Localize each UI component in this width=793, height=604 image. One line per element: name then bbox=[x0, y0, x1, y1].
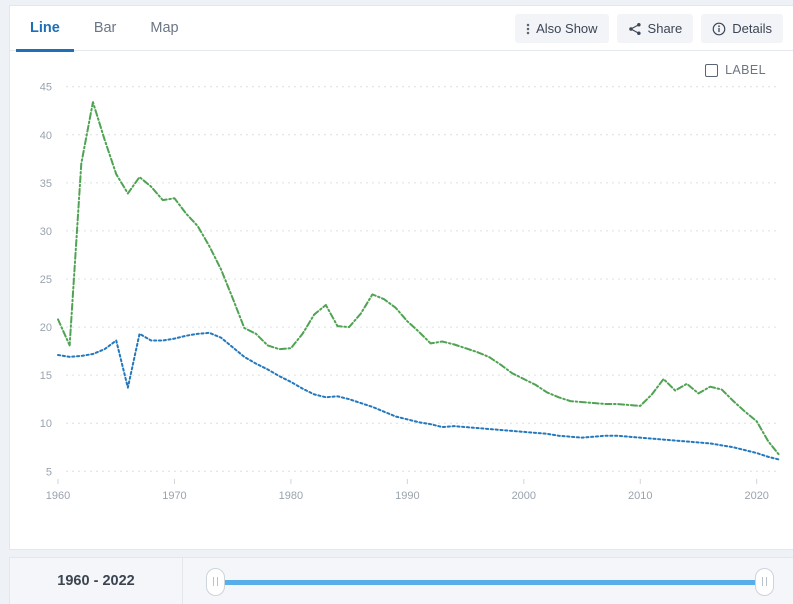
also-show-button[interactable]: Also Show bbox=[515, 14, 609, 43]
time-range-bar: 1960 - 2022 bbox=[9, 557, 793, 604]
legend-toggle[interactable]: LABEL bbox=[705, 63, 766, 77]
x-axis-tick-label: 2010 bbox=[628, 490, 652, 502]
time-slider[interactable] bbox=[182, 557, 793, 604]
tab-bar-label: Bar bbox=[93, 20, 117, 36]
series-line-series-blue bbox=[57, 331, 781, 461]
series-line-series-green bbox=[57, 101, 781, 457]
slider-handle-start[interactable] bbox=[206, 567, 225, 596]
also-show-label: Also Show bbox=[536, 21, 598, 36]
x-axis-tick-label: 1970 bbox=[162, 490, 186, 502]
x-axis-tick-label: 1960 bbox=[46, 490, 70, 502]
toolbar-buttons: Also Show Share Details bbox=[515, 14, 783, 43]
grip-icon bbox=[213, 577, 218, 586]
chart-card: Line Bar Map Also Show Share Details LAB… bbox=[9, 5, 793, 550]
info-icon bbox=[712, 22, 726, 36]
view-tabs: Line Bar Map bbox=[10, 6, 193, 52]
label-checkbox[interactable] bbox=[705, 63, 719, 77]
tab-map-label: Map bbox=[150, 20, 179, 36]
y-axis-tick-label: 30 bbox=[40, 226, 52, 238]
chart-area: LABEL 5 10 15 20 25 30 35 40 45 1960 1970 1980 1990 2… bbox=[10, 51, 793, 550]
x-axis-tick-label: 1990 bbox=[395, 490, 419, 502]
share-icon bbox=[628, 22, 642, 36]
x-axis-tick-label: 2000 bbox=[512, 490, 536, 502]
y-axis-tick-label: 45 bbox=[40, 82, 52, 94]
app-root: Line Bar Map Also Show Share Details LAB… bbox=[0, 0, 793, 604]
tab-line-label: Line bbox=[30, 20, 60, 36]
line-chart-svg: 5 10 15 20 25 30 35 40 45 1960 1970 1980 1990 2000 201… bbox=[40, 82, 781, 502]
grip-icon bbox=[762, 577, 767, 586]
y-axis-tick-label: 5 bbox=[46, 466, 52, 478]
slider-track[interactable] bbox=[217, 579, 763, 585]
y-axis-tick-label: 40 bbox=[40, 130, 52, 142]
y-axis-tick-label: 10 bbox=[40, 418, 52, 430]
legend-label: LABEL bbox=[725, 63, 766, 77]
y-axis-tick-label: 35 bbox=[40, 178, 52, 190]
share-button[interactable]: Share bbox=[616, 14, 694, 43]
chart-toolbar: Line Bar Map Also Show Share Details bbox=[10, 6, 793, 52]
details-label: Details bbox=[732, 21, 772, 36]
details-button[interactable]: Details bbox=[701, 14, 783, 43]
time-range-label: 1960 - 2022 bbox=[57, 573, 135, 589]
share-label: Share bbox=[647, 21, 683, 36]
tab-bar[interactable]: Bar bbox=[80, 6, 131, 51]
tab-line[interactable]: Line bbox=[16, 6, 74, 52]
slider-handle-end[interactable] bbox=[755, 567, 774, 596]
x-axis-tick-label: 2020 bbox=[744, 490, 768, 502]
y-axis-tick-label: 15 bbox=[40, 370, 52, 382]
y-axis-tick-label: 20 bbox=[40, 322, 52, 334]
tab-map[interactable]: Map bbox=[136, 6, 192, 51]
y-axis-tick-label: 25 bbox=[40, 274, 52, 286]
kebab-menu-icon bbox=[526, 22, 530, 36]
x-axis-tick-label: 1980 bbox=[279, 490, 303, 502]
